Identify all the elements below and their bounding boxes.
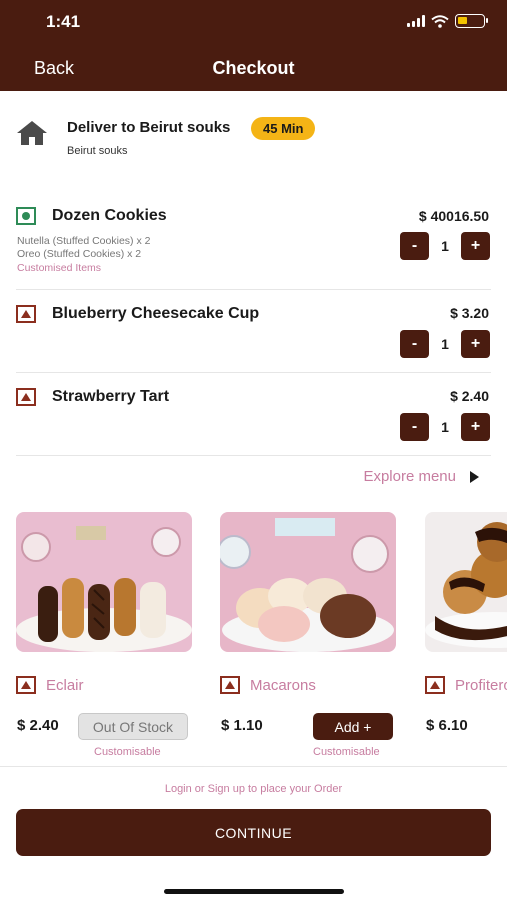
delivery-title: Deliver to Beirut souks: [67, 119, 231, 136]
status-icons: [407, 14, 488, 28]
back-button[interactable]: Back: [34, 58, 74, 79]
battery-icon: [455, 14, 488, 28]
login-signup-link[interactable]: Login or Sign up to place your Order: [0, 783, 507, 795]
non-veg-indicator-icon: [425, 676, 445, 694]
eta-badge: 45 Min: [251, 117, 316, 140]
cellular-signal-icon: [407, 15, 425, 27]
item-detail: Nutella (Stuffed Cookies) x 2: [17, 235, 151, 247]
wifi-icon: [431, 14, 449, 28]
customised-items-link[interactable]: Customised Items: [17, 262, 101, 274]
item-price: $ 2.40: [450, 388, 489, 404]
item-name: Dozen Cookies: [52, 207, 167, 224]
eclair-image[interactable]: [16, 512, 192, 652]
item-detail: Oreo (Stuffed Cookies) x 2: [17, 248, 142, 260]
product-carousel[interactable]: Eclair $ 2.40 Out Of Stock Customisable …: [0, 512, 507, 762]
add-button[interactable]: Add +: [313, 713, 393, 740]
quantity-value: 1: [441, 238, 449, 254]
macarons-image[interactable]: [220, 512, 396, 652]
cart-item: Blueberry Cheesecake Cup $ 3.20 - 1 +: [16, 290, 491, 373]
product-price: $ 6.10: [426, 717, 468, 734]
explore-menu-label: Explore menu: [363, 468, 456, 485]
play-arrow-icon: [470, 470, 479, 483]
customisable-label: Customisable: [313, 746, 380, 758]
cart-item: Strawberry Tart $ 2.40 - 1 +: [16, 373, 491, 456]
status-time: 1:41: [46, 12, 81, 31]
quantity-stepper: - 1 +: [400, 232, 490, 260]
delivery-section: Deliver to Beirut souks 45 Min Beirut so…: [16, 112, 496, 162]
quantity-value: 1: [441, 419, 449, 435]
continue-button[interactable]: CONTINUE: [16, 809, 491, 856]
quantity-stepper: - 1 +: [400, 330, 490, 358]
product-name[interactable]: Macarons: [250, 677, 316, 694]
top-bar: 1:41 Checkout Back: [0, 0, 507, 91]
quantity-stepper: - 1 +: [400, 413, 490, 441]
product-price: $ 2.40: [17, 717, 59, 734]
checkout-footer: Login or Sign up to place your Order CON…: [0, 766, 507, 900]
non-veg-indicator-icon: [16, 388, 36, 406]
cart-item: Dozen Cookies $ 40016.50 Nutella (Stuffe…: [16, 198, 491, 290]
profiteroles-image[interactable]: [425, 512, 507, 652]
item-price: $ 3.20: [450, 305, 489, 321]
decrease-button[interactable]: -: [400, 413, 429, 441]
increase-button[interactable]: +: [461, 413, 490, 441]
customisable-label: Customisable: [94, 746, 161, 758]
veg-indicator-icon: [16, 207, 36, 225]
quantity-value: 1: [441, 336, 449, 352]
increase-button[interactable]: +: [461, 232, 490, 260]
product-name[interactable]: Profiteroles: [455, 677, 507, 694]
out-of-stock-button: Out Of Stock: [78, 713, 188, 740]
item-name: Strawberry Tart: [52, 388, 170, 405]
non-veg-indicator-icon: [220, 676, 240, 694]
non-veg-indicator-icon: [16, 305, 36, 323]
page-title: Checkout: [212, 58, 295, 78]
decrease-button[interactable]: -: [400, 330, 429, 358]
non-veg-indicator-icon: [16, 676, 36, 694]
increase-button[interactable]: +: [461, 330, 490, 358]
item-price: $ 40016.50: [418, 208, 489, 224]
home-icon: [17, 121, 47, 145]
home-indicator: [164, 889, 344, 894]
decrease-button[interactable]: -: [400, 232, 429, 260]
product-name[interactable]: Eclair: [46, 677, 84, 694]
delivery-address: Beirut souks: [67, 145, 128, 157]
product-price: $ 1.10: [221, 717, 263, 734]
item-name: Blueberry Cheesecake Cup: [52, 305, 260, 322]
explore-menu-link[interactable]: Explore menu: [363, 468, 479, 485]
